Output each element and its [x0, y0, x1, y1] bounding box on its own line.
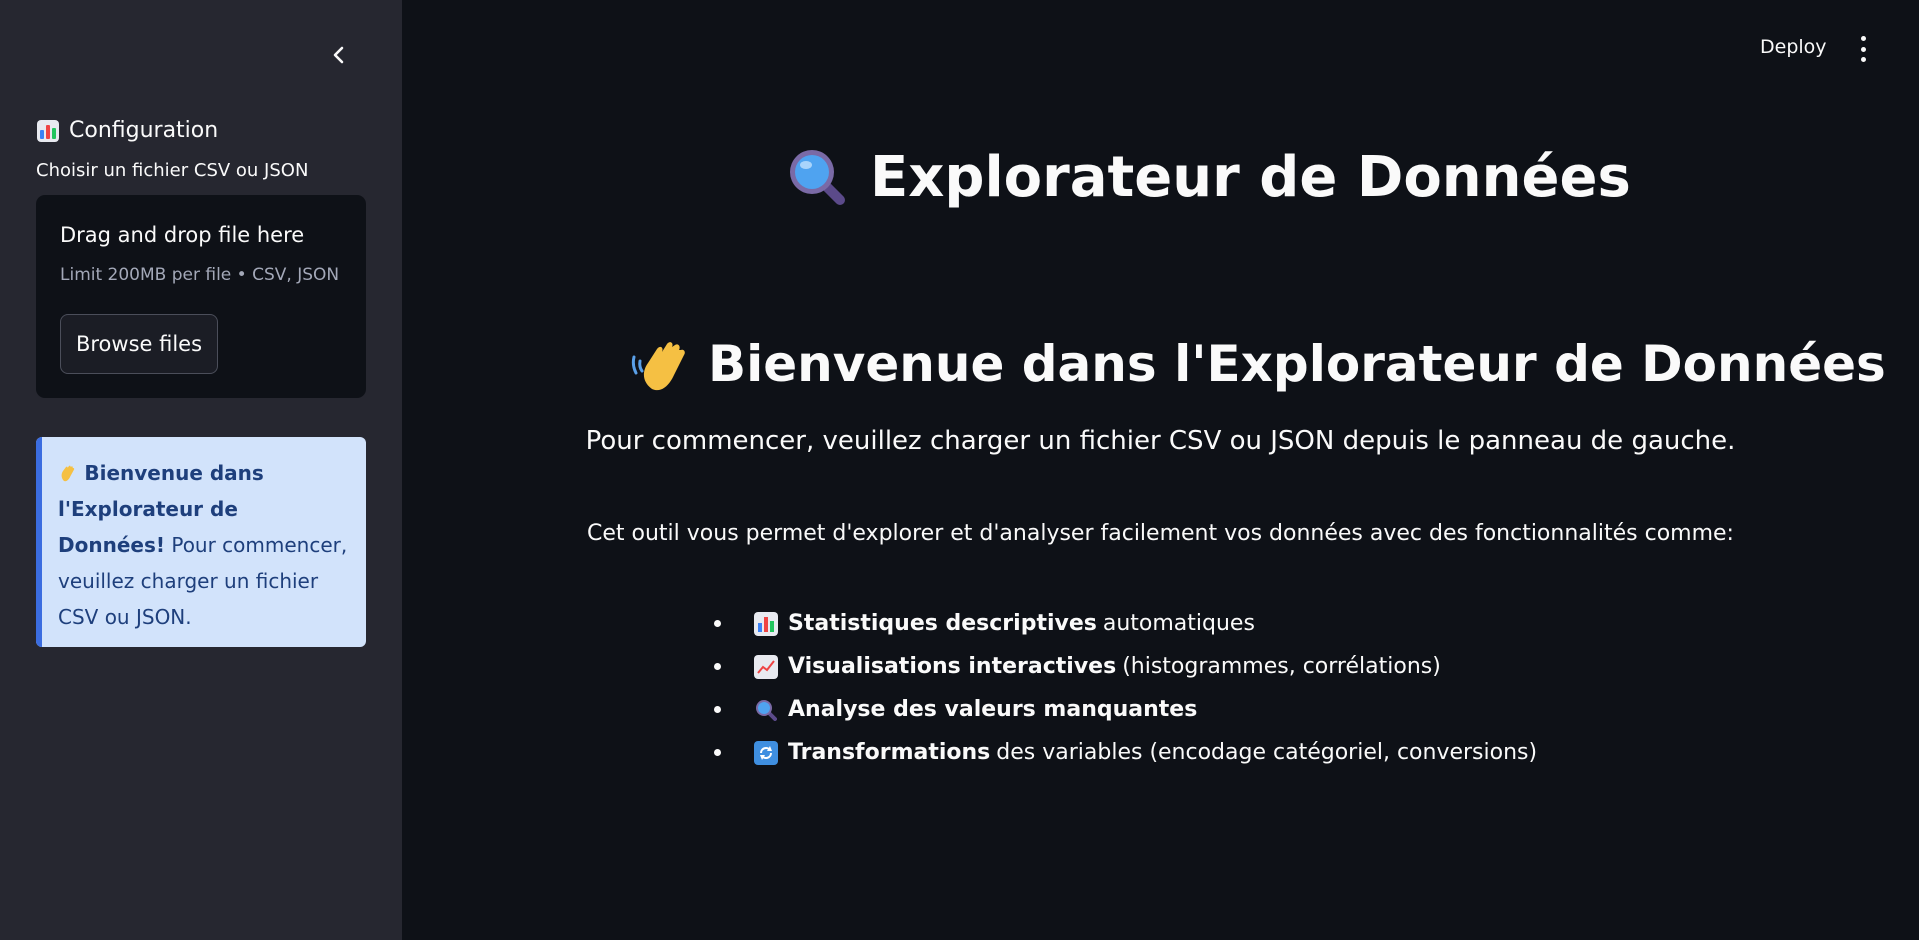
intro-text: Pour commencer, veuillez charger un fich… [585, 426, 1736, 456]
browse-files-button[interactable]: Browse files [60, 314, 218, 374]
magnifier-icon [790, 150, 845, 205]
info-text: Bienvenue dans l'Explorateur de Données!… [58, 455, 348, 635]
feature-bold: Analyse des valeurs manquantes [788, 697, 1198, 722]
sidebar: Configuration Choisir un fichier CSV ou … [0, 0, 402, 940]
welcome-heading: Bienvenue dans l'Explorateur de Données [630, 332, 1886, 396]
sidebar-title: Configuration [37, 118, 218, 143]
feature-list: Statistiques descriptives automatiques V… [712, 602, 1537, 774]
refresh-icon [754, 740, 778, 765]
bar-chart-icon [754, 611, 778, 636]
file-dropzone[interactable]: Drag and drop file here Limit 200MB per … [36, 195, 366, 398]
bar-chart-icon [37, 119, 59, 142]
chevron-left-icon [333, 46, 344, 64]
dropzone-text: Drag and drop file here [60, 223, 305, 247]
deploy-button[interactable]: Deploy [1760, 36, 1827, 58]
sidebar-title-label: Configuration [69, 118, 219, 143]
magnifier-icon [754, 698, 778, 722]
feature-rest: automatiques [1102, 611, 1255, 636]
list-item: Visualisations interactives (histogramme… [712, 645, 1537, 688]
description-text: Cet outil vous permet d'explorer et d'an… [587, 521, 1734, 546]
welcome-heading-text: Bienvenue dans l'Explorateur de Données [708, 335, 1886, 393]
list-item: Transformations des variables (encodage … [712, 731, 1537, 774]
feature-bold: Transformations [788, 740, 991, 765]
main-menu-icon[interactable] [1851, 36, 1875, 62]
info-accent-bar [36, 437, 42, 647]
uploader-label: Choisir un fichier CSV ou JSON [36, 160, 309, 181]
line-chart-icon [754, 654, 778, 679]
feature-bold: Statistiques descriptives [788, 611, 1097, 636]
feature-rest: des variables (encodage catégoriel, conv… [996, 740, 1538, 765]
feature-rest: (histogrammes, corrélations) [1122, 654, 1441, 679]
waving-hand-icon [631, 342, 685, 391]
list-item: Analyse des valeurs manquantes [712, 688, 1537, 731]
waving-hand-icon [58, 461, 84, 485]
collapse-sidebar-button[interactable] [324, 40, 354, 70]
welcome-info-box: Bienvenue dans l'Explorateur de Données!… [36, 437, 366, 647]
dropzone-limit-text: Limit 200MB per file • CSV, JSON [60, 265, 340, 285]
list-item: Statistiques descriptives automatiques [712, 602, 1537, 645]
page-title-text: Explorateur de Données [870, 144, 1631, 210]
page-title: Explorateur de Données [786, 142, 1631, 212]
feature-bold: Visualisations interactives [788, 654, 1117, 679]
app-root: Configuration Choisir un fichier CSV ou … [0, 0, 1919, 940]
